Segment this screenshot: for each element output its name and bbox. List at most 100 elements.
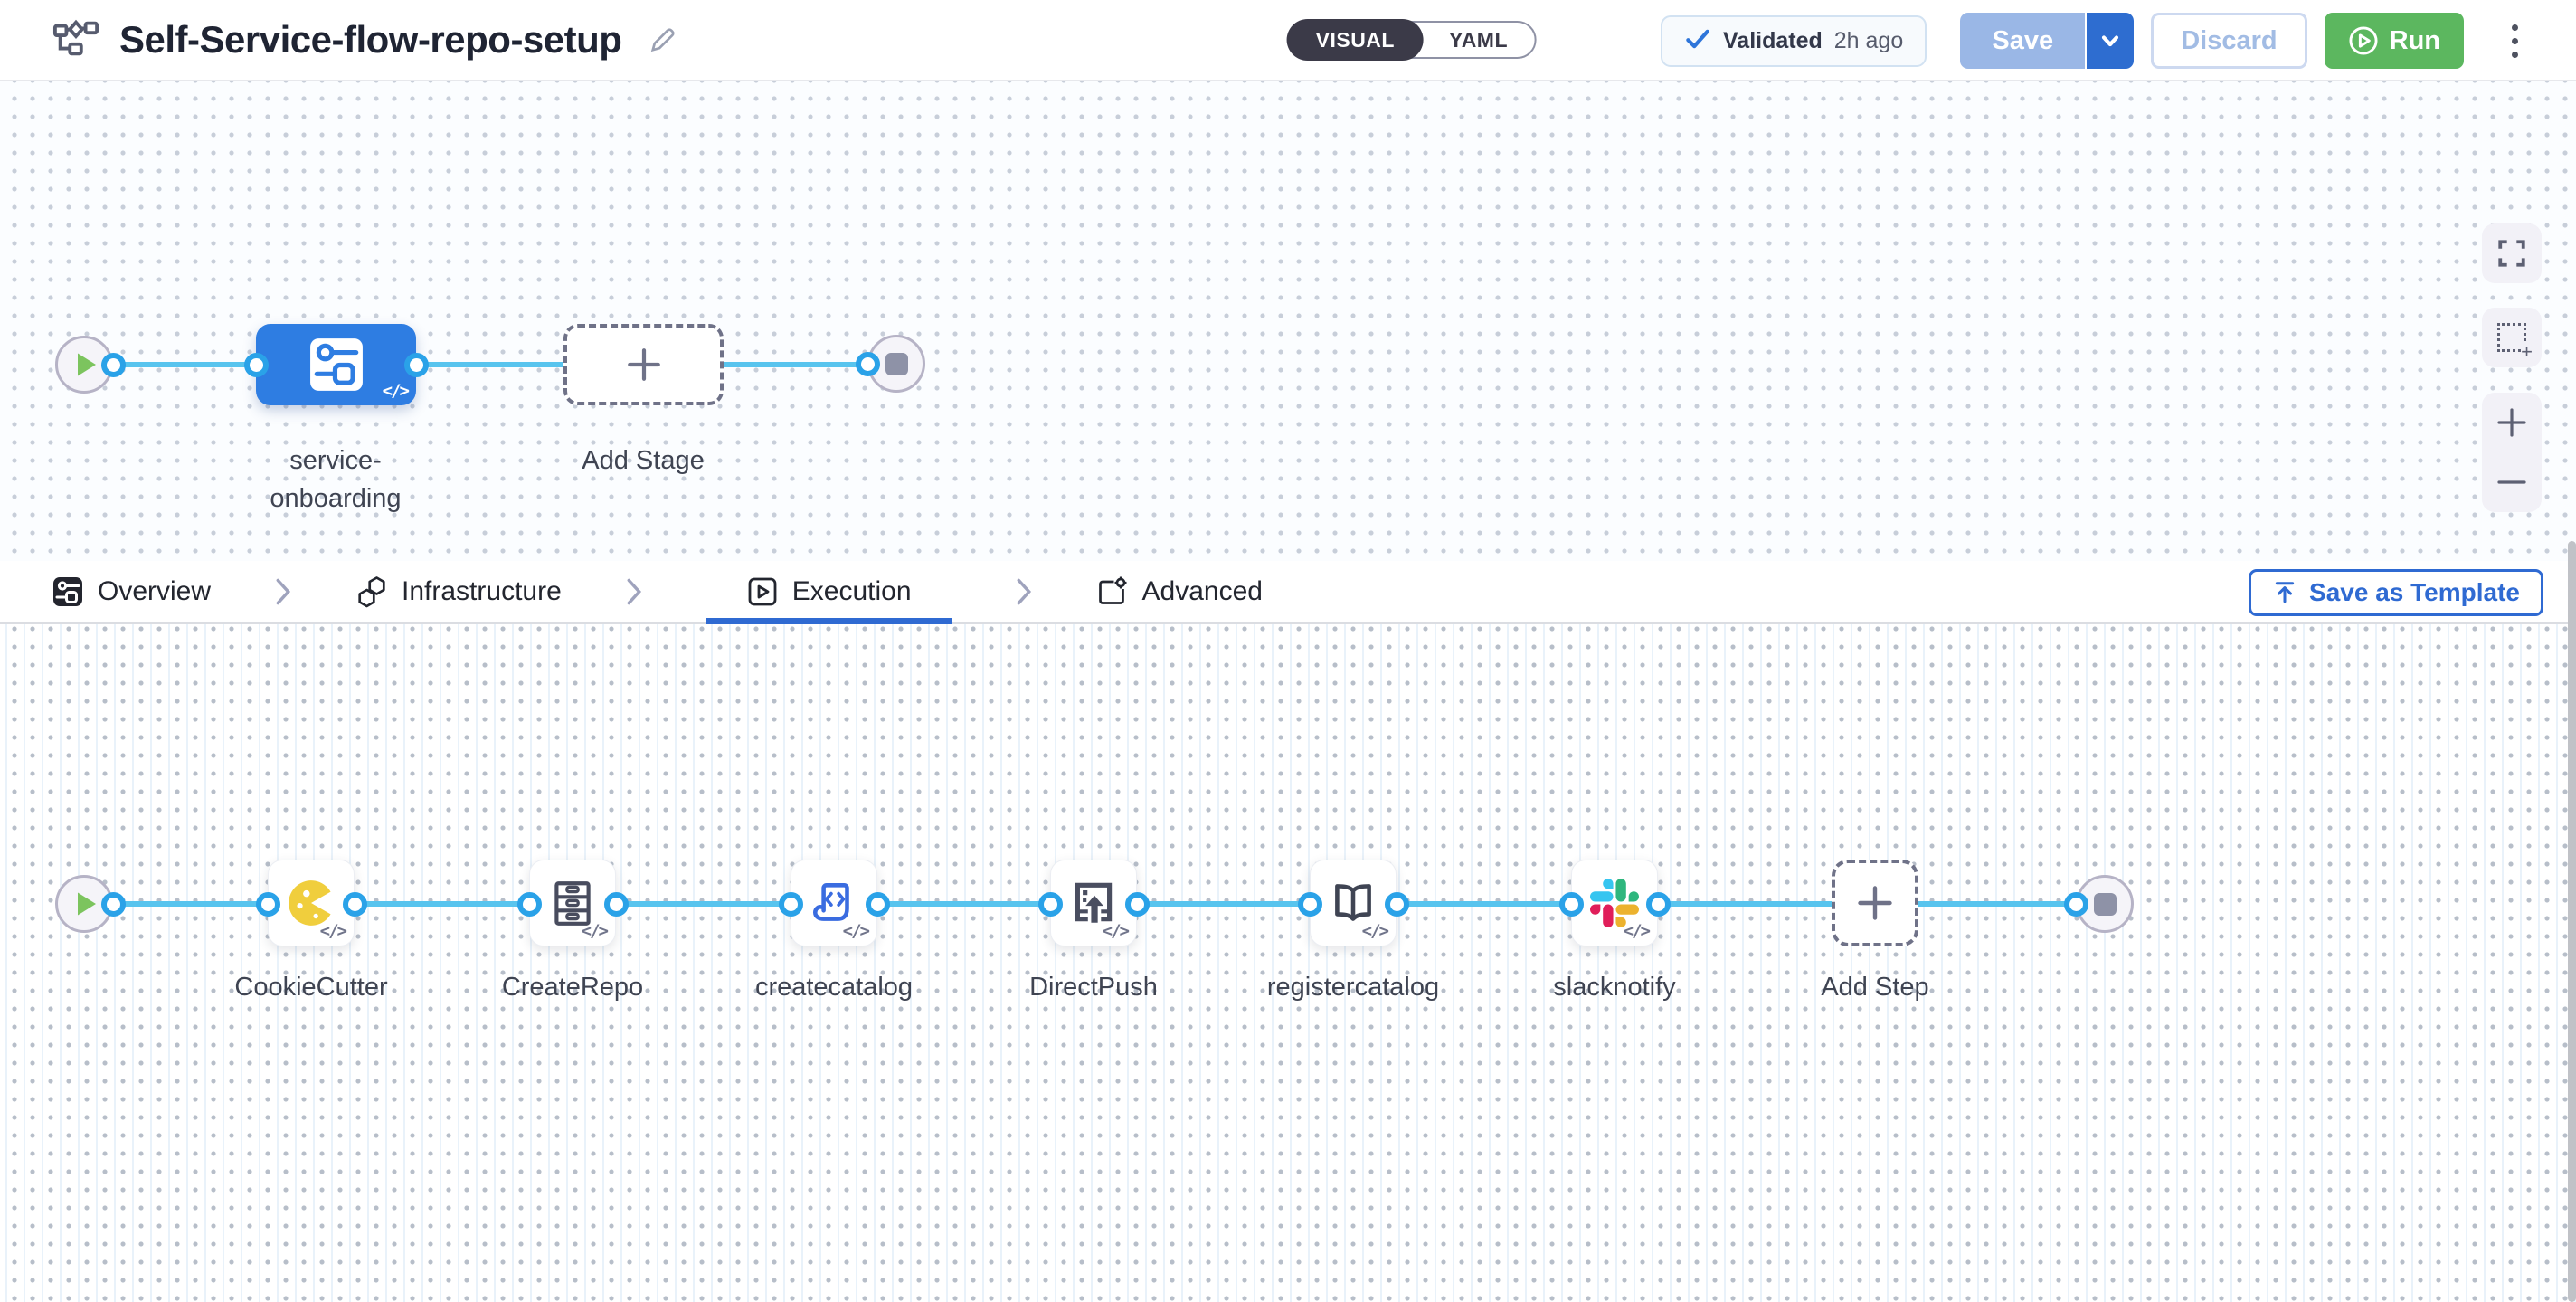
header-actions: Validated 2h ago Save Discard Run	[1661, 0, 2527, 81]
port[interactable]	[517, 892, 542, 917]
edge	[874, 901, 1055, 907]
flow-icon	[52, 18, 99, 62]
stage-node-service-onboarding[interactable]: </>	[256, 324, 416, 405]
upload-icon	[2272, 580, 2297, 605]
chevron-right-icon	[1015, 561, 1033, 622]
validation-badge: Validated 2h ago	[1661, 15, 1927, 67]
plus-icon	[1855, 883, 1895, 923]
port[interactable]	[256, 892, 280, 917]
port[interactable]	[1559, 892, 1584, 917]
edge	[612, 901, 795, 907]
tab-overview[interactable]: Overview	[52, 561, 211, 622]
save-button[interactable]: Save	[1960, 13, 2087, 69]
port[interactable]	[866, 892, 890, 917]
edit-pencil-icon[interactable]	[647, 24, 679, 56]
page-title: Self-Service-flow-repo-setup	[119, 18, 621, 62]
tab-advanced[interactable]: Advanced	[1096, 561, 1263, 622]
code-badge: </>	[1103, 921, 1128, 941]
step-label: createcatalog	[734, 968, 933, 1006]
port-start-out[interactable]	[101, 353, 126, 377]
validation-time: 2h ago	[1834, 28, 1903, 54]
stage-icon	[308, 337, 365, 393]
step-node-createrepo[interactable]: </>	[529, 860, 616, 946]
start-play-icon	[75, 351, 99, 378]
port-stage-out[interactable]	[404, 353, 429, 377]
play-box-icon	[746, 575, 779, 608]
port[interactable]	[1646, 892, 1671, 917]
header-left: Self-Service-flow-repo-setup	[0, 18, 679, 62]
zoom-in-icon	[2496, 406, 2528, 439]
edge-stage-to-addstage	[412, 362, 568, 367]
stage-overview-icon	[52, 575, 84, 608]
toggle-visual[interactable]: VISUAL	[1287, 19, 1424, 61]
port[interactable]	[101, 892, 126, 917]
save-as-template-button[interactable]: Save as Template	[2249, 569, 2543, 616]
marquee-select-icon	[2497, 323, 2526, 352]
step-node-createcatalog[interactable]: </>	[791, 860, 877, 946]
port[interactable]	[779, 892, 803, 917]
plus-icon	[625, 346, 663, 384]
port[interactable]	[2064, 892, 2088, 917]
zoom-out-button[interactable]	[2482, 452, 2542, 512]
edge	[1654, 901, 1835, 907]
edge	[109, 901, 272, 907]
chevron-right-icon	[625, 561, 643, 622]
edge-start-to-stage	[109, 362, 261, 367]
step-node-slacknotify[interactable]: </>	[1571, 860, 1658, 946]
port[interactable]	[1038, 892, 1063, 917]
zoom-out-icon	[2496, 466, 2528, 499]
add-stage-label: Add Stage	[553, 442, 734, 480]
chevron-down-icon	[2098, 28, 2123, 53]
pipeline-header: Self-Service-flow-repo-setup VISUAL YAML…	[0, 0, 2576, 81]
code-badge: </>	[1624, 921, 1649, 941]
scrollbar-thumb[interactable]	[2568, 541, 2576, 1302]
kebab-menu-icon[interactable]	[2503, 15, 2527, 67]
step-node-directpush[interactable]: </>	[1050, 860, 1137, 946]
port[interactable]	[1298, 892, 1322, 917]
port[interactable]	[343, 892, 367, 917]
validation-status: Validated	[1723, 28, 1823, 54]
fullscreen-icon	[2496, 238, 2527, 269]
port[interactable]	[1125, 892, 1150, 917]
step-label: CreateRepo	[473, 968, 672, 1006]
stage-tabbar: Overview Infrastructure Execution	[0, 561, 2576, 624]
edge	[1133, 901, 1314, 907]
save-options-button[interactable]	[2087, 13, 2134, 69]
stage-canvas[interactable]: </> service-onboarding Add Stage	[0, 81, 2576, 561]
step-node-registercatalog[interactable]: </>	[1310, 860, 1397, 946]
edge	[351, 901, 534, 907]
hexagons-icon	[355, 575, 388, 608]
tab-infrastructure[interactable]: Infrastructure	[355, 561, 562, 622]
port-stage-in[interactable]	[244, 353, 269, 377]
execution-canvas[interactable]: </> CookieCutter </> CreateRepo	[0, 624, 2576, 1302]
add-step-label: Add Step	[1776, 968, 1975, 1006]
slack-icon	[1590, 879, 1639, 927]
add-step-button[interactable]	[1832, 860, 1918, 946]
chevron-right-icon	[274, 561, 292, 622]
add-stage-button[interactable]	[564, 324, 724, 405]
stage-label: service-onboarding	[245, 442, 426, 518]
fullscreen-button[interactable]	[2482, 223, 2542, 283]
port[interactable]	[1385, 892, 1409, 917]
edge-addstage-to-end	[720, 362, 872, 367]
run-button[interactable]: Run	[2325, 13, 2464, 69]
port[interactable]	[604, 892, 629, 917]
step-node-cookiecutter[interactable]: </>	[268, 860, 355, 946]
tab-execution[interactable]: Execution	[706, 561, 952, 622]
edge	[1393, 901, 1576, 907]
code-badge: </>	[320, 921, 346, 941]
zoom-in-button[interactable]	[2482, 393, 2542, 452]
code-badge: </>	[582, 921, 607, 941]
save-split-button: Save	[1960, 13, 2134, 69]
discard-button[interactable]: Discard	[2151, 13, 2306, 69]
run-play-icon	[2348, 25, 2379, 56]
zoom-controls	[2482, 393, 2542, 512]
toggle-yaml[interactable]: YAML	[1422, 21, 1535, 59]
port-end-in[interactable]	[856, 352, 880, 376]
code-badge: </>	[843, 921, 868, 941]
marquee-select-button[interactable]	[2482, 308, 2542, 367]
file-gear-icon	[1096, 575, 1129, 608]
step-label: registercatalog	[1254, 968, 1453, 1006]
pipeline-studio: Self-Service-flow-repo-setup VISUAL YAML…	[0, 0, 2576, 1302]
step-label: CookieCutter	[212, 968, 411, 1006]
